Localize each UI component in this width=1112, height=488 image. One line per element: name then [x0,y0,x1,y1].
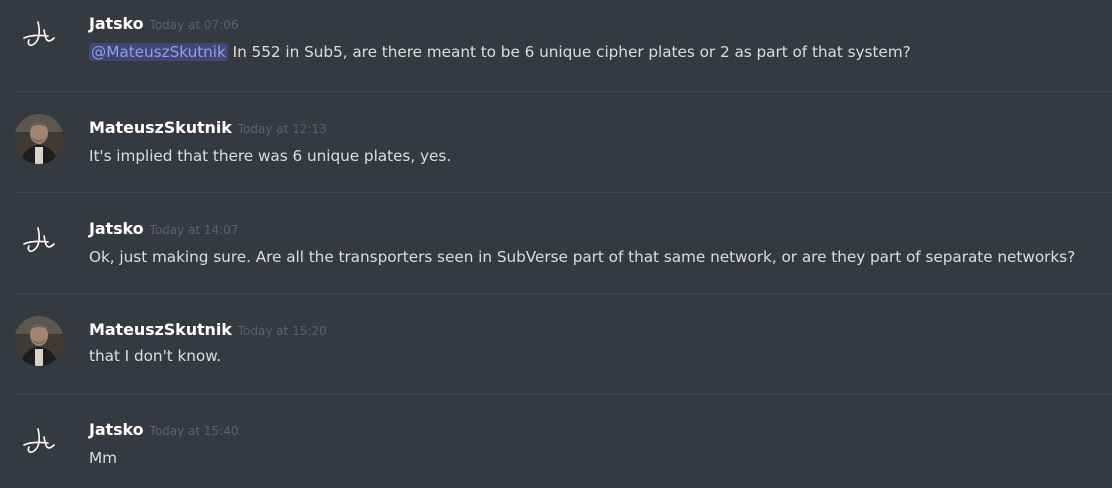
message-content: Ok, just making sure. Are all the transp… [89,248,1075,266]
user-mention[interactable]: @MateuszSkutnik [89,43,228,61]
user-photo-icon [14,114,64,164]
message-text: It's implied that there was 6 unique pla… [89,147,452,165]
timestamp[interactable]: Today at 14:07 [150,223,239,237]
message-header: MateuszSkutnik Today at 12:13 [89,118,327,137]
timestamp[interactable]: Today at 15:20 [238,324,327,338]
message-header: MateuszSkutnik Today at 15:20 [89,320,327,339]
message-content: @MateuszSkutnik In 552 in Sub5, are ther… [89,43,911,61]
message-group: Jatsko Today at 15:40 Mm [0,395,1112,488]
message-group: MateuszSkutnik Today at 15:20 that I don'… [0,294,1112,394]
message-text: Ok, just making sure. Are all the transp… [89,248,1076,266]
message-content: that I don't know. [89,347,221,365]
timestamp[interactable]: Today at 07:06 [150,18,239,32]
message-text: In 552 in Sub5, are there meant to be 6 … [232,43,911,61]
message-content: It's implied that there was 6 unique pla… [89,147,451,165]
username[interactable]: MateuszSkutnik [89,320,232,339]
signature-icon [23,227,55,253]
message-text: that I don't know. [89,347,222,365]
message-group: Jatsko Today at 07:06 @MateuszSkutnik In … [0,0,1112,100]
timestamp[interactable]: Today at 15:40 [150,424,239,438]
user-photo-icon [14,316,64,366]
message-content: Mm [89,449,117,467]
signature-icon [23,428,55,454]
message-header: Jatsko Today at 14:07 [89,219,239,238]
avatar[interactable] [14,10,64,60]
message-text: Mm [89,449,117,467]
signature-icon [23,21,55,47]
message-group: Jatsko Today at 14:07 Ok, just making sur… [0,193,1112,293]
username[interactable]: MateuszSkutnik [89,118,232,137]
avatar[interactable] [14,216,64,266]
avatar[interactable] [14,114,64,164]
timestamp[interactable]: Today at 12:13 [238,122,327,136]
username[interactable]: Jatsko [89,14,144,33]
avatar[interactable] [14,417,64,467]
chat-message-list: Jatsko Today at 07:06 @MateuszSkutnik In … [0,0,1112,488]
message-header: Jatsko Today at 15:40 [89,420,239,439]
username[interactable]: Jatsko [89,420,144,439]
avatar[interactable] [14,316,64,366]
message-group: MateuszSkutnik Today at 12:13 It's implie… [0,92,1112,192]
message-header: Jatsko Today at 07:06 [89,14,239,33]
username[interactable]: Jatsko [89,219,144,238]
